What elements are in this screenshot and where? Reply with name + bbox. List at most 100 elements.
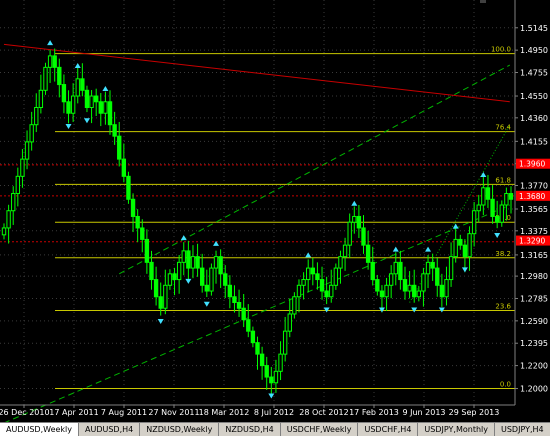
candle-bear	[269, 376, 274, 384]
candle-bear	[66, 101, 71, 114]
candle-bear	[365, 244, 371, 263]
candle-bull	[476, 204, 481, 212]
fib-level-label: 23.6	[495, 303, 511, 311]
candle-bear	[250, 330, 256, 344]
candle-bull	[278, 353, 283, 372]
y-tick-label: 1.2980	[520, 272, 548, 281]
price-label-text: 1.3680	[519, 192, 545, 201]
candle-bear	[84, 89, 90, 109]
candle-bear	[98, 101, 103, 114]
chart-tab[interactable]: AUDUSD,Weekly	[0, 423, 79, 436]
chart-tab[interactable]: USDCHF,H4	[358, 423, 419, 436]
candle-bear	[494, 215, 500, 223]
candle-bear	[172, 273, 177, 281]
candle-bull	[287, 313, 292, 332]
candle-bear	[107, 101, 113, 126]
candle-bear	[402, 279, 408, 292]
candle-bear	[485, 187, 491, 200]
candle-bear	[356, 215, 362, 229]
y-tick-label: 1.4755	[520, 69, 548, 78]
price-chart[interactable]: 100.076.461.850.038.223.60.0 1.51451.495…	[0, 0, 550, 435]
x-tick-label: 9 Jun 2013	[402, 408, 445, 417]
candle-bear	[121, 158, 127, 177]
candle-bull	[388, 273, 394, 286]
candle-bear	[61, 84, 67, 103]
chart-tab[interactable]: NZDUSD,H4	[219, 423, 281, 436]
candle-bear	[158, 296, 163, 309]
candle-bull	[70, 95, 76, 114]
candle-bull	[504, 193, 509, 206]
candle-bear	[319, 279, 325, 292]
candle-bear	[315, 273, 320, 281]
y-tick-label: 1.2000	[520, 385, 548, 394]
candle-bull	[1, 227, 7, 236]
candle-bull	[176, 261, 182, 281]
candle-bull	[444, 279, 449, 298]
candle-bull	[448, 256, 454, 281]
x-tick-label: 17 Apr 2011	[49, 408, 98, 417]
chart-tab[interactable]: AUDUSD,H4	[79, 423, 141, 436]
candle-bear	[140, 227, 145, 240]
candle-bull	[29, 124, 34, 143]
candle-bull	[20, 158, 25, 177]
candle-bull	[342, 244, 348, 258]
candle-bull	[467, 233, 472, 258]
chart-tab[interactable]: USDCHF,Weekly	[281, 423, 359, 436]
candle-bear	[435, 267, 440, 286]
candle-bear	[259, 353, 265, 367]
candle-bear	[195, 256, 200, 269]
candle-bull	[481, 187, 486, 206]
fib-level-label: 61.8	[495, 176, 511, 184]
candle-bear	[117, 135, 122, 160]
candle-bear	[218, 256, 223, 275]
x-tick-label: 29 Sep 2013	[449, 408, 500, 417]
candle-bear	[223, 273, 228, 286]
y-tick-label: 1.2590	[520, 317, 548, 326]
candle-bear	[149, 261, 154, 281]
candle-bear	[246, 319, 251, 332]
x-tick-label: 18 Mar 2012	[199, 408, 250, 417]
candle-bear	[490, 198, 495, 217]
candle-bear	[57, 66, 62, 86]
candle-bull	[34, 107, 39, 126]
candle-bear	[144, 238, 150, 263]
y-tick-label: 1.4550	[520, 92, 548, 101]
candle-bear	[186, 250, 191, 269]
fib-level-label: 100.0	[491, 46, 511, 54]
chart-tab[interactable]: USDJPY,Monthly	[418, 423, 495, 436]
candle-bull	[15, 175, 21, 195]
candle-bull	[292, 296, 297, 315]
chart-tab[interactable]: NZDUSD,Weekly	[140, 423, 220, 436]
y-tick-label: 1.3565	[520, 205, 548, 214]
x-tick-label: 28 Oct 2012	[299, 408, 348, 417]
candle-bull	[296, 284, 302, 298]
candle-bull	[167, 273, 173, 286]
candle-bull	[38, 89, 44, 109]
candle-bull	[416, 290, 422, 298]
candle-bear	[232, 296, 237, 304]
y-tick-label: 1.4155	[520, 137, 548, 146]
candle-bear	[508, 193, 514, 200]
candle-bear	[126, 175, 131, 200]
y-tick-label: 1.3165	[520, 251, 548, 260]
candle-bear	[80, 78, 85, 91]
candle-bull	[11, 193, 16, 212]
candle-bear	[204, 284, 209, 292]
chart-shift-marker	[480, 0, 486, 3]
candle-bear	[324, 290, 329, 298]
candle-bull	[407, 284, 412, 292]
chart-tab[interactable]: USDJPY,H4	[495, 423, 550, 436]
candle-bull	[103, 101, 108, 114]
candle-bull	[421, 273, 426, 292]
candle-bear	[264, 365, 269, 378]
chart-tabs: AUDUSD,Weekly AUDUSD,H4 NZDUSD,Weekly NZDUS…	[0, 422, 550, 436]
candle-bull	[329, 284, 334, 298]
candle-bear	[52, 55, 57, 68]
candle-bull	[499, 204, 504, 223]
candle-bear	[375, 279, 380, 292]
candle-bear	[130, 198, 136, 217]
candle-bear	[236, 302, 242, 309]
candle-bull	[24, 141, 30, 160]
candle-bear	[370, 261, 375, 281]
candle-bear	[200, 267, 205, 286]
